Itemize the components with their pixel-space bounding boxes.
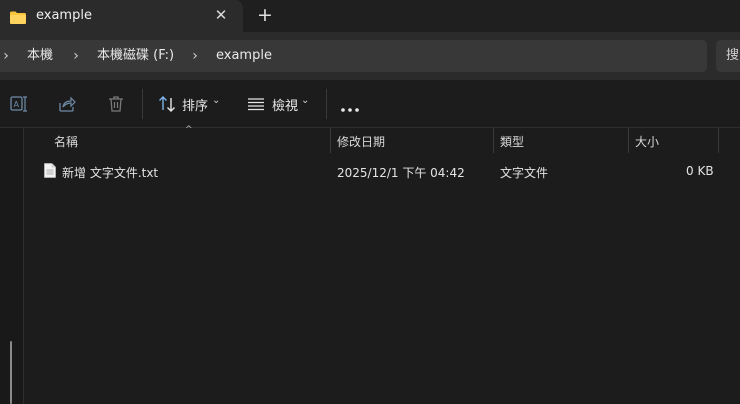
column-header-size[interactable]: 大小	[635, 133, 659, 150]
svg-text:A: A	[14, 100, 20, 109]
file-list: 新增 文字文件.txt 2025/12/1 下午 04:42 文字文件 0 KB	[24, 156, 740, 404]
view-button[interactable]: 檢視 ⌄	[244, 90, 314, 118]
text-file-icon	[44, 163, 56, 178]
column-resize-handle[interactable]	[628, 128, 629, 153]
more-icon	[340, 98, 360, 117]
chevron-down-icon: ⌄	[301, 95, 310, 106]
chevron-right-icon[interactable]: ›	[70, 46, 82, 66]
sort-label: 排序	[182, 99, 209, 114]
sort-ascending-icon: ^	[185, 125, 193, 135]
column-header-modified[interactable]: 修改日期	[337, 133, 385, 150]
toolbar-divider	[142, 89, 143, 119]
tab-example[interactable]: example ✕	[0, 0, 243, 32]
breadcrumb-item-local-disk[interactable]: 本機磁碟 (F:)	[97, 46, 174, 66]
file-size: 0 KB	[686, 164, 714, 178]
chevron-right-icon[interactable]: ›	[0, 46, 12, 66]
column-header-name[interactable]: 名稱	[54, 133, 78, 150]
column-resize-handle[interactable]	[493, 128, 494, 153]
column-headers: ^ 名稱 修改日期 類型 大小	[24, 125, 740, 154]
breadcrumb-item-example[interactable]: example	[216, 46, 272, 66]
chevron-down-icon: ⌄	[212, 95, 221, 106]
sort-button[interactable]: 排序 ⌄	[155, 90, 225, 118]
breadcrumb-item-this-pc[interactable]: 本機	[27, 46, 53, 66]
file-explorer-window: example ✕ + › 本機 › 本機磁碟 (F:) › example 搜…	[0, 0, 740, 404]
view-icon	[246, 94, 266, 114]
sort-icon	[157, 94, 177, 114]
delete-icon[interactable]	[106, 94, 126, 114]
view-label: 檢視	[272, 99, 299, 114]
folder-icon	[10, 9, 26, 24]
new-tab-button[interactable]: +	[255, 4, 275, 26]
file-name: 新增 文字文件.txt	[62, 166, 159, 180]
rename-icon[interactable]: A	[9, 94, 29, 114]
column-resize-handle[interactable]	[718, 128, 719, 153]
navigation-scrollbar[interactable]	[10, 341, 12, 404]
toolbar-divider	[326, 89, 327, 119]
more-options-button[interactable]	[338, 90, 364, 118]
column-header-type[interactable]: 類型	[500, 133, 524, 150]
chevron-right-icon[interactable]: ›	[189, 46, 201, 66]
close-icon[interactable]: ✕	[212, 5, 230, 25]
column-resize-handle[interactable]	[330, 128, 331, 153]
navigation-pane[interactable]	[0, 128, 24, 404]
file-modified: 2025/12/1 下午 04:42	[337, 166, 465, 180]
file-type: 文字文件	[500, 166, 549, 180]
tab-strip: example ✕ +	[0, 0, 740, 32]
search-input[interactable]: 搜	[716, 40, 740, 72]
navigation-row: › 本機 › 本機磁碟 (F:) › example 搜	[0, 32, 740, 80]
file-row[interactable]: 新增 文字文件.txt 2025/12/1 下午 04:42 文字文件 0 KB	[24, 160, 740, 184]
tab-title: example	[36, 8, 92, 23]
search-placeholder: 搜	[726, 48, 740, 63]
address-bar[interactable]: › 本機 › 本機磁碟 (F:) › example	[0, 40, 707, 72]
share-icon[interactable]	[57, 94, 77, 114]
command-bar: A 排序 ⌄ 檢視 ⌄	[0, 80, 740, 128]
